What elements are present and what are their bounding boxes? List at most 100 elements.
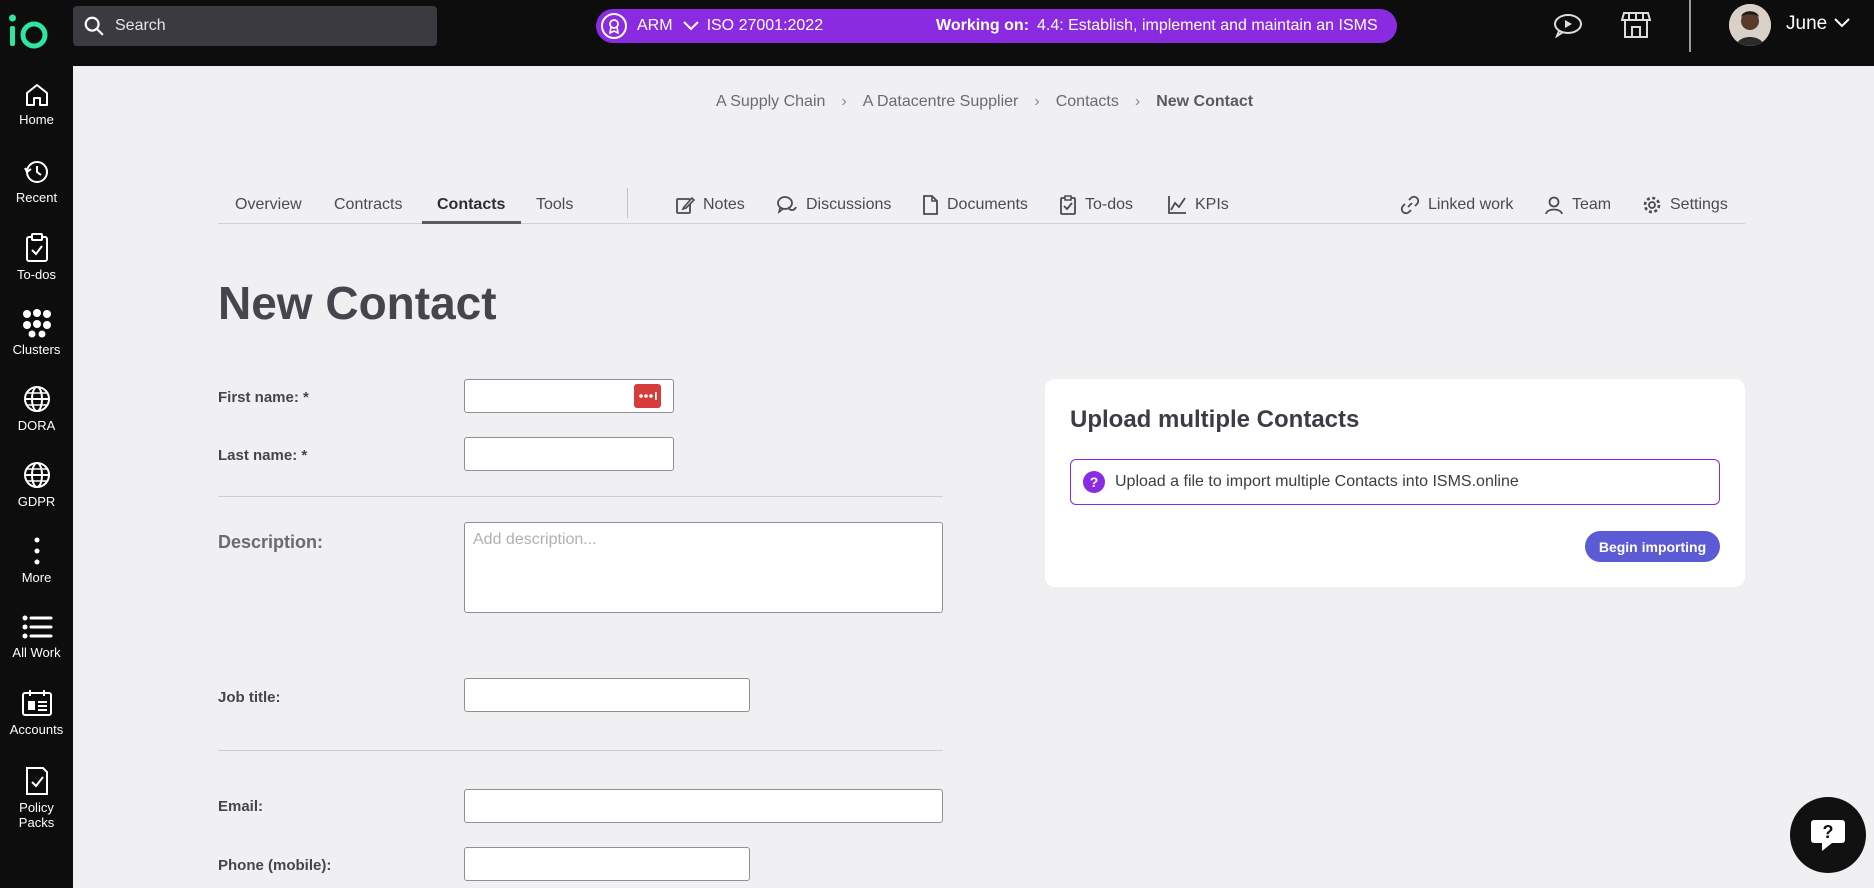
- tab-contacts[interactable]: Contacts: [437, 194, 505, 216]
- sidebar-item-todos[interactable]: To-dos: [0, 233, 73, 282]
- chat-help-button[interactable]: ?: [1790, 797, 1866, 873]
- sidebar-item-label: Clusters: [12, 342, 61, 357]
- chart-line-icon: [1168, 196, 1186, 214]
- top-bar: Search ARM ISO 27001:2022 Working on: 4.…: [0, 0, 1874, 66]
- divider: [218, 496, 943, 497]
- breadcrumb-item[interactable]: Contacts: [1056, 93, 1119, 111]
- chevron-down-icon[interactable]: [682, 21, 699, 31]
- sidebar-item-label: All Work: [12, 645, 61, 660]
- user-icon: [1545, 196, 1563, 215]
- sidebar-item-gdpr[interactable]: GDPR: [0, 460, 73, 509]
- first-name-label: First name: *: [218, 389, 309, 406]
- email-label: Email:: [218, 798, 264, 815]
- last-name-field[interactable]: [464, 437, 674, 471]
- framework-short: ARM: [637, 17, 673, 34]
- document-icon: [923, 195, 938, 215]
- tab-settings[interactable]: Settings: [1642, 194, 1728, 216]
- sidebar-item-label: GDPR: [17, 494, 56, 509]
- sidebar-item-home[interactable]: Home: [0, 82, 73, 127]
- edit-icon: [676, 196, 695, 214]
- sidebar-item-label: Policy Packs: [18, 800, 55, 830]
- sidebar-item-policy-packs[interactable]: Policy Packs: [0, 766, 73, 830]
- working-on-value[interactable]: 4.4: Establish, implement and maintain a…: [1037, 17, 1378, 35]
- upload-card: Upload multiple Contacts ? Upload a file…: [1045, 379, 1745, 587]
- search-placeholder: Search: [115, 17, 166, 34]
- avatar[interactable]: [1729, 4, 1771, 46]
- list-icon: [22, 615, 52, 639]
- last-name-label: Last name: *: [218, 447, 308, 464]
- video-icon[interactable]: [1551, 10, 1585, 40]
- email-field[interactable]: [464, 789, 943, 823]
- divider: [218, 750, 943, 751]
- tab-label: Discussions: [806, 196, 892, 213]
- tab-discussions[interactable]: Discussions: [776, 194, 891, 216]
- home-icon: [25, 84, 48, 106]
- search-icon: [84, 16, 104, 36]
- clusters-icon: [22, 309, 51, 338]
- policy-pack-icon: [25, 767, 48, 795]
- topbar-divider: [1689, 0, 1691, 52]
- upload-title: Upload multiple Contacts: [1070, 406, 1360, 433]
- more-vertical-icon: [34, 537, 39, 565]
- award-icon: [601, 13, 627, 39]
- sidebar-item-label: More: [21, 570, 52, 585]
- search-bar[interactable]: Search: [73, 6, 437, 46]
- tab-team[interactable]: Team: [1544, 194, 1611, 216]
- sidebar-item-recent[interactable]: Recent: [0, 158, 73, 205]
- tab-bar: Overview Contracts Contacts Tools Notes …: [218, 188, 1745, 224]
- gear-icon: [1643, 196, 1661, 214]
- user-menu-chevron-icon[interactable]: [1834, 18, 1850, 28]
- sidebar-item-clusters[interactable]: Clusters: [0, 308, 73, 357]
- description-field[interactable]: Add description...: [464, 522, 943, 613]
- breadcrumb: A Supply Chain › A Datacentre Supplier ›…: [716, 93, 1253, 111]
- phone-field[interactable]: [464, 847, 750, 881]
- link-icon: [1400, 195, 1420, 215]
- tab-todos[interactable]: To-dos: [1059, 194, 1133, 216]
- upload-info-box: ? Upload a file to import multiple Conta…: [1070, 459, 1720, 505]
- breadcrumb-item[interactable]: A Supply Chain: [716, 93, 825, 111]
- tab-tools[interactable]: Tools: [536, 194, 573, 216]
- tab-label: To-dos: [1085, 196, 1134, 213]
- globe-icon: [23, 462, 50, 488]
- job-title-field[interactable]: [464, 678, 750, 712]
- tab-kpis[interactable]: KPIs: [1167, 194, 1229, 216]
- breadcrumb-current: New Contact: [1156, 93, 1254, 110]
- chevron-right-icon: ›: [841, 93, 847, 110]
- sidebar-item-all-work[interactable]: All Work: [0, 613, 73, 660]
- chat-icon: ?: [1811, 820, 1845, 851]
- sidebar-item-label: To-dos: [16, 267, 57, 282]
- tab-label: Settings: [1670, 196, 1728, 213]
- password-manager-icon[interactable]: [634, 384, 661, 408]
- tab-label: Team: [1572, 196, 1612, 213]
- tab-linked-work[interactable]: Linked work: [1400, 194, 1513, 216]
- globe-icon: [23, 386, 50, 412]
- tab-label: Notes: [703, 196, 745, 213]
- sidebar: Home Recent To-dos Clusters DORA GDPR Mo…: [0, 66, 73, 888]
- breadcrumb-item[interactable]: A Datacentre Supplier: [863, 93, 1019, 111]
- active-tab-indicator: [422, 221, 521, 224]
- workspace-context-pill[interactable]: ARM ISO 27001:2022 Working on: 4.4: Esta…: [596, 9, 1397, 43]
- tab-overview[interactable]: Overview: [235, 194, 302, 216]
- begin-importing-button[interactable]: Begin importing: [1585, 531, 1720, 562]
- user-name[interactable]: June: [1786, 13, 1827, 35]
- tab-documents[interactable]: Documents: [921, 194, 1028, 216]
- description-label: Description:: [218, 532, 324, 552]
- framework-name: ISO 27001:2022: [706, 17, 824, 34]
- sidebar-item-more[interactable]: More: [0, 536, 73, 585]
- isms-logo[interactable]: [8, 12, 52, 52]
- sidebar-item-dora[interactable]: DORA: [0, 384, 73, 433]
- sidebar-item-accounts[interactable]: Accounts: [0, 688, 73, 737]
- tab-contracts[interactable]: Contracts: [334, 194, 402, 216]
- history-icon: [23, 161, 48, 183]
- tab-notes[interactable]: Notes: [675, 194, 745, 216]
- tab-label: Linked work: [1428, 196, 1514, 213]
- sidebar-item-label: Recent: [15, 190, 58, 205]
- tab-label: KPIs: [1195, 196, 1229, 213]
- chevron-right-icon: ›: [1034, 93, 1040, 110]
- upload-info-text: Upload a file to import multiple Contact…: [1115, 473, 1519, 490]
- sidebar-item-label: Accounts: [9, 722, 64, 737]
- tab-label: Documents: [947, 196, 1028, 213]
- accounts-icon: [21, 690, 52, 716]
- discussion-icon: [777, 196, 797, 214]
- store-icon[interactable]: [1619, 10, 1653, 40]
